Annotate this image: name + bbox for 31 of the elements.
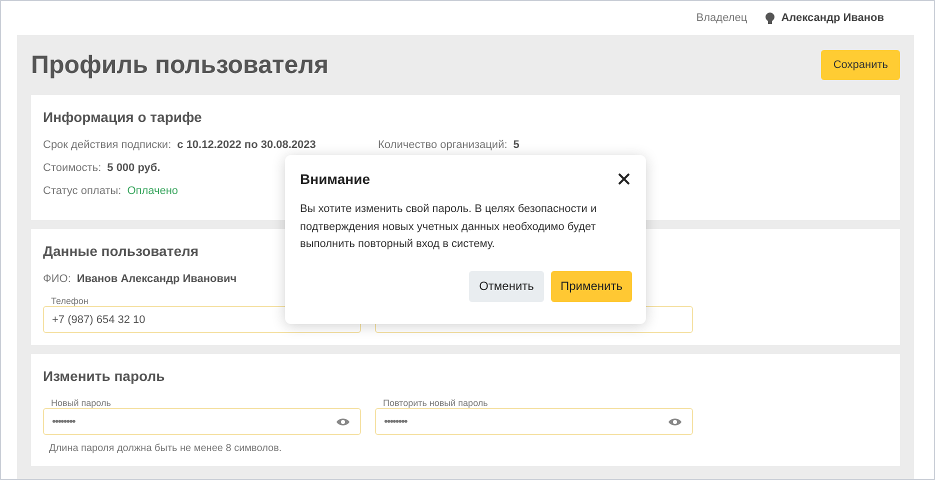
password-field[interactable]: ••••••••	[375, 408, 693, 435]
section-title: Данные пользователя	[43, 243, 199, 259]
field-label: Статус оплаты:	[43, 185, 122, 197]
dialog-message: Вы хотите изменить свой пароль. В целях безопасности и подтверждения новых учетных данных необходимо будет выполнить повторный вход в систему.	[300, 202, 598, 252]
field-label: Телефон	[50, 296, 90, 306]
field-label: Повторить новый пароль	[382, 398, 489, 408]
field-label: Стоимость:	[43, 162, 102, 174]
user-icon	[765, 12, 776, 24]
field-value: 5 000 руб.	[107, 162, 160, 174]
user-name[interactable]: Александр Иванов	[781, 12, 884, 24]
cancel-button[interactable]: Отменить	[469, 270, 544, 302]
password-hint: Длина пароля должна быть не менее 8 символов.	[48, 443, 283, 454]
close-button[interactable]	[616, 171, 632, 187]
eye-icon[interactable]	[336, 417, 350, 427]
field-value: с 10.12.2022 по 30.08.2023	[177, 139, 316, 151]
page-title: Профиль пользователя	[31, 50, 329, 80]
field-label: Количество организаций:	[378, 139, 508, 151]
field-label: Срок действия подписки:	[43, 139, 172, 151]
section-title: Информация о тарифе	[43, 109, 202, 125]
apply-button[interactable]: Применить	[551, 270, 632, 302]
field-label: ФИО:	[43, 273, 71, 285]
field-value: Иванов Александр Иванович	[76, 273, 237, 285]
password-field[interactable]: ••••••••	[43, 408, 361, 435]
eye-icon[interactable]	[668, 417, 682, 427]
save-button[interactable]: Сохранить	[821, 50, 900, 80]
field-value: Оплачено	[127, 185, 178, 197]
user-role: Владелец	[696, 12, 748, 24]
field-value: 5	[513, 139, 520, 151]
section-title: Изменить пароль	[43, 368, 165, 384]
field-label: Новый пароль	[50, 398, 112, 408]
dialog-title: Внимание	[300, 171, 370, 187]
